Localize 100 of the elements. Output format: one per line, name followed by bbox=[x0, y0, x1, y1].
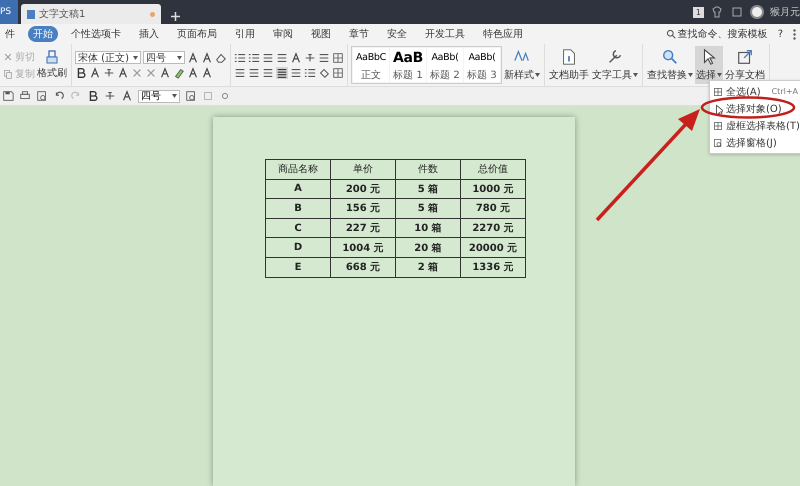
eraser-icon[interactable] bbox=[215, 52, 227, 64]
table-cell: 668 元 bbox=[330, 257, 396, 278]
shirt-icon[interactable] bbox=[710, 5, 724, 19]
table-cell: B bbox=[266, 198, 330, 218]
table-border-icon[interactable] bbox=[332, 66, 344, 78]
share-tool-button[interactable]: 分享文档 bbox=[724, 46, 766, 84]
bold-icon[interactable] bbox=[87, 90, 99, 102]
print-preview-icon[interactable] bbox=[36, 90, 48, 102]
numbered-list-icon[interactable] bbox=[248, 52, 260, 64]
help-button[interactable]: ? bbox=[778, 28, 783, 40]
menu-item[interactable]: 选择窗格(J) bbox=[710, 134, 800, 151]
menu-tab[interactable]: 安全 bbox=[382, 26, 412, 42]
app-tab[interactable]: PS bbox=[0, 0, 18, 24]
doc-icon[interactable] bbox=[560, 48, 578, 66]
column-header: 单价 bbox=[330, 160, 396, 180]
caret-icon[interactable] bbox=[633, 73, 638, 77]
font-size-icon[interactable] bbox=[121, 90, 133, 102]
style-preset[interactable]: AaBb( 标题 2 bbox=[427, 48, 463, 82]
caret-icon[interactable] bbox=[133, 56, 138, 60]
caret-icon[interactable] bbox=[535, 73, 540, 77]
table-cell: 780 元 bbox=[460, 198, 526, 218]
style-preset[interactable]: AaBb( 标题 3 bbox=[464, 48, 500, 82]
menu-item[interactable]: 选择对象(O) bbox=[710, 100, 800, 117]
brush-icon[interactable] bbox=[45, 50, 59, 64]
table-cell: 1336 元 bbox=[460, 257, 526, 278]
wrench-icon[interactable] bbox=[606, 48, 624, 66]
search-tool-button[interactable]: 查找替换 bbox=[646, 46, 694, 84]
caret-icon[interactable] bbox=[688, 73, 693, 77]
table-cell: D bbox=[266, 238, 330, 258]
table-cell: 10 箱 bbox=[396, 218, 460, 238]
font-select[interactable]: 宋体 (正文) bbox=[75, 51, 141, 64]
pane-icon[interactable] bbox=[713, 138, 723, 148]
user-name[interactable]: 猴月元 bbox=[770, 5, 800, 19]
menu-item[interactable]: 虚框选择表格(T) bbox=[710, 117, 800, 134]
strikethrough-icon[interactable] bbox=[104, 90, 116, 102]
table-cell: E bbox=[266, 257, 330, 278]
menu-tab[interactable]: 审阅 bbox=[268, 26, 298, 42]
style-preset[interactable]: AaBbC 正文 bbox=[353, 48, 389, 82]
menu-tab[interactable]: 个性选项卡 bbox=[66, 26, 126, 42]
justify-icon[interactable] bbox=[276, 66, 288, 78]
undo-icon[interactable] bbox=[53, 90, 65, 102]
border-icon[interactable] bbox=[332, 52, 344, 64]
align-center-icon[interactable] bbox=[248, 66, 260, 78]
menu-tab[interactable]: 开始 bbox=[28, 26, 58, 42]
menu-tab[interactable]: 视图 bbox=[306, 26, 336, 42]
table-cell: 227 元 bbox=[330, 218, 396, 238]
search-icon bbox=[666, 29, 676, 39]
table-cell: 5 箱 bbox=[396, 198, 460, 218]
menu-tab[interactable]: 章节 bbox=[344, 26, 374, 42]
wrench-tool-button[interactable]: 文字工具 bbox=[591, 46, 639, 84]
column-header: 总价值 bbox=[460, 160, 526, 180]
doc-tool-button[interactable]: 文档助手 bbox=[548, 46, 590, 84]
table-cell: 2 箱 bbox=[396, 257, 460, 278]
menu-tab[interactable]: 特色应用 bbox=[478, 26, 528, 42]
more-icon[interactable] bbox=[793, 28, 796, 40]
box-icon[interactable] bbox=[730, 5, 744, 19]
menu-item[interactable]: 全选(A) Ctrl+A bbox=[710, 83, 800, 100]
bold-icon[interactable] bbox=[75, 67, 87, 79]
cursor-icon[interactable] bbox=[713, 104, 723, 114]
cursor-tool-button[interactable]: 选择 bbox=[695, 46, 723, 84]
align-right-icon[interactable] bbox=[262, 66, 274, 78]
font-size-select[interactable]: 四号 bbox=[138, 90, 180, 102]
caret-icon[interactable] bbox=[172, 94, 177, 98]
save-icon[interactable] bbox=[2, 90, 14, 102]
table-cell: 20000 元 bbox=[460, 238, 526, 258]
search-command-field[interactable]: 查找命令、搜索模板 bbox=[666, 27, 768, 41]
select-frame-icon[interactable] bbox=[713, 120, 723, 130]
menu-tab[interactable]: 件 bbox=[0, 26, 20, 42]
new-tab-icon[interactable] bbox=[171, 12, 180, 21]
bullet-list-icon[interactable] bbox=[234, 52, 246, 64]
menu-tab[interactable]: 开发工具 bbox=[420, 26, 470, 42]
font-size-select[interactable]: 四号 bbox=[143, 51, 185, 64]
avatar-icon[interactable] bbox=[750, 5, 764, 19]
column-header: 件数 bbox=[396, 160, 460, 180]
menu-tab[interactable]: 页面布局 bbox=[172, 26, 222, 42]
share-icon[interactable] bbox=[736, 48, 754, 66]
menu-tab[interactable]: 插入 bbox=[134, 26, 164, 42]
table-cell: 1004 元 bbox=[330, 238, 396, 258]
table-cell: 20 箱 bbox=[396, 238, 460, 258]
table-cell: A bbox=[266, 179, 330, 199]
line-spacing-icon[interactable] bbox=[304, 66, 316, 78]
table-cell: 1000 元 bbox=[460, 179, 526, 199]
table-cell: C bbox=[266, 218, 330, 238]
table-cell: 5 箱 bbox=[396, 179, 460, 199]
styles-tool-button[interactable]: 新样式 bbox=[503, 46, 541, 84]
caret-icon[interactable] bbox=[717, 73, 722, 77]
select-frame-icon[interactable] bbox=[713, 86, 723, 96]
table-cell: 2270 元 bbox=[460, 218, 526, 238]
highlighter-icon[interactable] bbox=[173, 67, 185, 79]
style-preset[interactable]: AaB 标题 1 bbox=[390, 48, 426, 82]
document-tab[interactable]: 文字文稿1 bbox=[21, 4, 161, 24]
format-painter-button[interactable]: 格式刷 bbox=[36, 48, 68, 82]
table-cell: 200 元 bbox=[330, 179, 396, 199]
caret-icon[interactable] bbox=[177, 56, 182, 60]
search-icon[interactable] bbox=[661, 48, 679, 66]
count-badge[interactable]: 1 bbox=[692, 6, 704, 18]
document-icon bbox=[27, 10, 35, 18]
menu-tab[interactable]: 引用 bbox=[230, 26, 260, 42]
align-left-icon[interactable] bbox=[234, 66, 246, 78]
print-icon[interactable] bbox=[19, 90, 31, 102]
